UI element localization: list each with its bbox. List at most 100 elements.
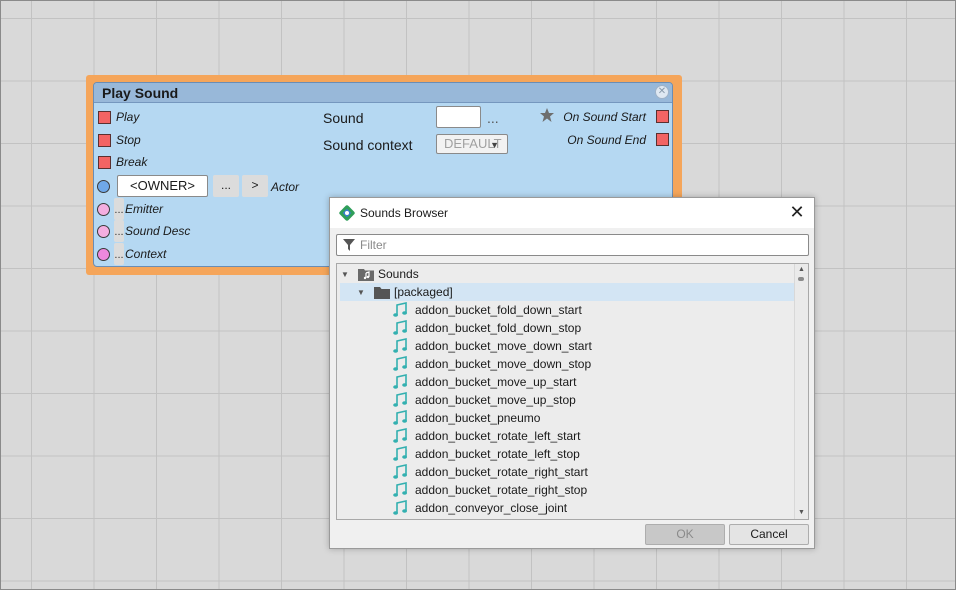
scroll-thumb[interactable]: [798, 277, 804, 281]
sound-item-label: addon_conveyor_close_joint: [415, 501, 568, 515]
context-expand[interactable]: ...: [114, 243, 124, 265]
tree-root-label: Sounds: [378, 267, 419, 281]
sound-item-label: addon_bucket_fold_down_start: [415, 303, 582, 317]
stop-label: Stop: [116, 133, 141, 147]
sound-item-label: addon_bucket_pneumo: [415, 411, 541, 425]
context-label: Context: [125, 247, 167, 261]
actor-pin[interactable]: [97, 179, 110, 193]
music-folder-icon: [358, 269, 374, 281]
chevron-down-icon: ▼: [490, 140, 499, 150]
music-note-icon: [393, 320, 407, 335]
on-sound-start-label: On Sound Start: [563, 110, 646, 124]
music-note-icon: [393, 482, 407, 497]
actor-owner-field[interactable]: <OWNER>: [117, 175, 208, 197]
sound-list-item[interactable]: addon_bucket_move_up_stop: [393, 391, 576, 409]
sound-list-item[interactable]: addon_bucket_rotate_right_start: [393, 463, 588, 481]
stop-pin[interactable]: [98, 133, 111, 147]
input-pin-context[interactable]: ... Context: [97, 243, 167, 265]
input-pin-emitter[interactable]: ... Emitter: [97, 198, 164, 220]
play-label: Play: [116, 110, 140, 124]
node-title: Play Sound: [102, 85, 179, 101]
sound-list-item[interactable]: addon_bucket_move_up_start: [393, 373, 576, 391]
tree-folder-packaged[interactable]: ▼ [packaged]: [340, 283, 795, 301]
break-pin[interactable]: [98, 155, 111, 169]
filter-input[interactable]: Filter: [336, 234, 809, 256]
sound-item-label: addon_bucket_rotate_left_start: [415, 429, 581, 443]
sound-item-label: addon_bucket_move_down_start: [415, 339, 592, 353]
scroll-down-icon[interactable]: ▼: [795, 507, 808, 519]
music-note-icon: [393, 464, 407, 479]
collapse-arrow-icon[interactable]: ▼: [356, 288, 366, 297]
scroll-up-icon[interactable]: ▲: [795, 264, 808, 276]
sound-item-label: addon_bucket_rotate_right_stop: [415, 483, 588, 497]
music-note-icon: [393, 392, 407, 407]
sound-item-label: addon_bucket_move_down_stop: [415, 357, 592, 371]
sound-list-item[interactable]: addon_bucket_rotate_left_stop: [393, 445, 580, 463]
input-pin-play[interactable]: Play: [98, 108, 139, 126]
sound-list-item[interactable]: addon_bucket_rotate_right_stop: [393, 481, 587, 499]
input-pin-sound-desc[interactable]: ... Sound Desc: [97, 220, 191, 242]
emitter-expand[interactable]: ...: [114, 198, 124, 220]
sound-item-label: addon_bucket_fold_down_stop: [415, 321, 582, 335]
sound-item-label: addon_bucket_move_up_start: [415, 375, 577, 389]
close-icon[interactable]: ✕: [786, 202, 808, 224]
emitter-pin[interactable]: [97, 202, 110, 216]
sound-context-dropdown[interactable]: DEFAULT ▼: [436, 134, 508, 154]
input-pin-break[interactable]: Break: [98, 153, 147, 171]
music-note-icon: [393, 302, 407, 317]
ok-button[interactable]: OK: [645, 524, 725, 545]
sound-item-label: addon_bucket_rotate_right_start: [415, 465, 588, 479]
sound-list-item[interactable]: addon_bucket_move_down_stop: [393, 355, 591, 373]
music-note-icon: [393, 338, 407, 353]
sound-list-item[interactable]: addon_bucket_fold_down_start: [393, 301, 582, 319]
sound-property-label: Sound: [323, 110, 364, 126]
on-sound-end-label: On Sound End: [567, 133, 646, 147]
sounds-tree[interactable]: ▼ Sounds ▼ [packaged] addon_bucket_fold_…: [336, 263, 809, 520]
actor-label: Actor: [271, 180, 300, 194]
app-icon: [339, 205, 355, 221]
close-icon[interactable]: ✕: [655, 85, 669, 99]
filter-icon: [343, 239, 355, 251]
sound-list-item[interactable]: addon_bucket_rotate_left_start: [393, 427, 580, 445]
star-icon[interactable]: [539, 107, 555, 123]
music-note-icon: [393, 356, 407, 371]
sound-list-item[interactable]: addon_bucket_fold_down_stop: [393, 319, 581, 337]
sound-list-item[interactable]: addon_conveyor_close_joint: [393, 499, 567, 517]
sound-item-label: addon_bucket_move_up_stop: [415, 393, 576, 407]
tree-folder-label: [packaged]: [394, 285, 453, 299]
emitter-label: Emitter: [125, 202, 164, 216]
folder-icon: [374, 286, 390, 299]
node-title-bar[interactable]: Play Sound ✕: [94, 83, 672, 103]
music-note-icon: [393, 446, 407, 461]
actor-browse-button[interactable]: ...: [213, 175, 239, 197]
sound-item-label: addon_bucket_rotate_left_stop: [415, 447, 580, 461]
play-pin[interactable]: [98, 110, 111, 124]
tree-scrollbar[interactable]: ▲ ▼: [794, 264, 808, 519]
music-note-icon: [393, 374, 407, 389]
music-note-icon: [393, 500, 407, 515]
collapse-arrow-icon[interactable]: ▼: [340, 270, 350, 279]
on-sound-end-pin[interactable]: [656, 133, 669, 146]
sound-list-item[interactable]: addon_bucket_pneumo: [393, 409, 540, 427]
sound-field[interactable]: [436, 106, 481, 128]
filter-placeholder: Filter: [360, 238, 387, 252]
sound-list-item[interactable]: addon_bucket_move_down_start: [393, 337, 592, 355]
sound-desc-label: Sound Desc: [125, 224, 191, 238]
cancel-button[interactable]: Cancel: [729, 524, 809, 545]
music-note-icon: [393, 410, 407, 425]
sound-desc-expand[interactable]: ...: [114, 220, 124, 242]
break-label: Break: [116, 155, 148, 169]
dialog-title-bar[interactable]: Sounds Browser ✕: [330, 198, 814, 228]
sound-browse-button[interactable]: ...: [487, 110, 499, 126]
music-note-icon: [393, 428, 407, 443]
actor-goto-button[interactable]: >: [242, 175, 268, 197]
input-pin-actor[interactable]: [97, 177, 110, 195]
on-sound-start-pin[interactable]: [656, 110, 669, 123]
sounds-browser-dialog: Sounds Browser ✕ Filter ▼ Sounds ▼ [pack…: [329, 197, 815, 549]
input-pin-stop[interactable]: Stop: [98, 131, 141, 149]
sound-context-label: Sound context: [323, 137, 413, 153]
tree-root-sounds[interactable]: ▼ Sounds: [340, 265, 795, 283]
dialog-title: Sounds Browser: [360, 206, 449, 220]
sound-desc-pin[interactable]: [97, 224, 110, 238]
context-pin[interactable]: [97, 247, 110, 261]
